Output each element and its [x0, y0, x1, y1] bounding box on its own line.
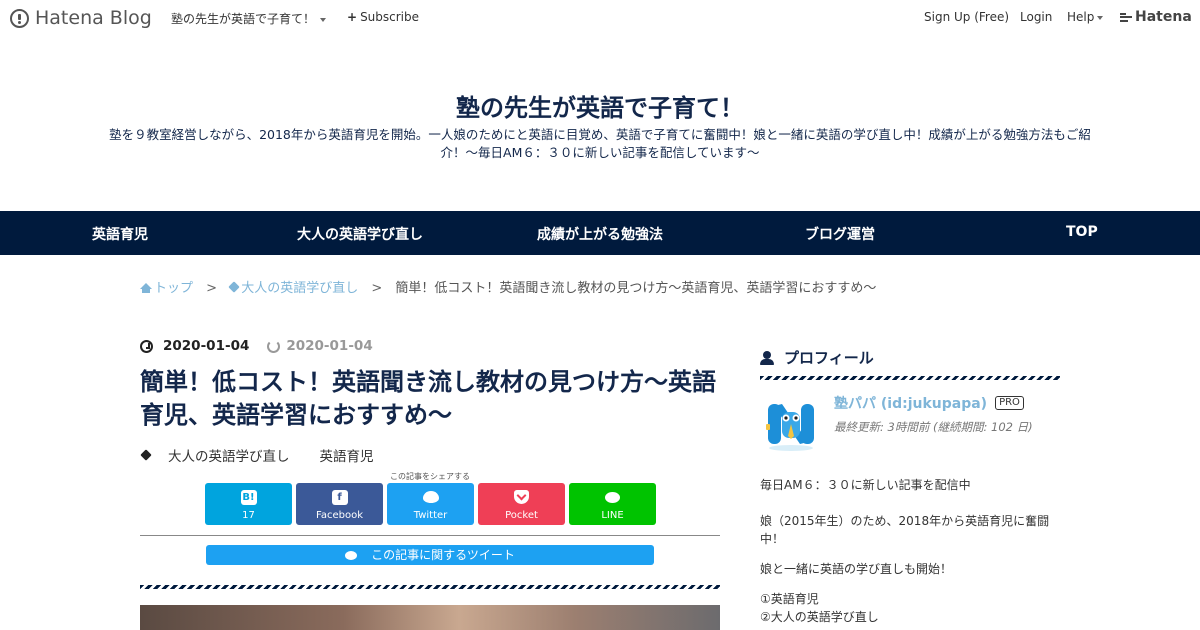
breadcrumb-category-label: 大人の英語学び直し: [241, 281, 359, 296]
breadcrumb-category[interactable]: 大人の英語学び直し: [228, 281, 359, 296]
profile-bio-line: 娘と一緒に英語の学び直しも開始！: [760, 562, 953, 576]
related-tweets-label: この記事に関するツイート: [371, 548, 515, 562]
blog-description: 塾を９教室経営しながら、2018年から英語育児を開始。一人娘のためにと英語に目覚…: [109, 127, 1091, 160]
clock-icon: [140, 339, 153, 353]
blog-menu-label: 塾の先生が英語で子育て！: [171, 12, 316, 26]
refresh-icon: [267, 339, 281, 353]
tag-icon: [228, 281, 240, 293]
article-dates: 2020-01-04 2020-01-04: [140, 338, 373, 354]
profile-name: 塾パパ (id:jukupapa): [834, 396, 988, 412]
breadcrumb-current: 簡単！低コスト！英語聞き流し教材の見つけ方～英語育児、英語学習におすすめ～: [395, 281, 877, 296]
profile-bio-line: 毎日AM６：３０に新しい記事を配信中: [760, 478, 971, 492]
hatena-blog-logo[interactable]: Hatena Blog: [10, 6, 152, 30]
hatena-bookmark-count: 17: [242, 510, 255, 521]
category-link[interactable]: 大人の英語学び直し: [168, 445, 290, 465]
twitter-icon: [345, 551, 358, 560]
pocket-icon: [514, 490, 529, 504]
divider: [140, 535, 720, 536]
article-eyecatch-image: [140, 605, 720, 630]
sidebar-profile-heading: プロフィール: [760, 347, 874, 368]
line-share-button[interactable]: LINE: [569, 483, 656, 525]
twitter-icon: [422, 491, 439, 503]
breadcrumb-separator: >: [206, 281, 218, 296]
twitter-share-button[interactable]: Twitter: [387, 483, 474, 525]
profile-bio-line: ②大人の英語学び直し: [760, 610, 879, 624]
line-label: LINE: [601, 510, 624, 521]
breadcrumb-separator: >: [371, 281, 383, 296]
home-icon: [140, 283, 152, 293]
hatena-logo[interactable]: Hatena: [1120, 9, 1192, 25]
user-icon: [760, 350, 774, 365]
pocket-share-button[interactable]: Pocket: [478, 483, 565, 525]
breadcrumb-home[interactable]: トップ: [140, 281, 193, 296]
hatena-blog-logo-icon: [10, 8, 29, 28]
caret-down-icon: [1097, 15, 1104, 20]
nav-item-study-methods[interactable]: 成績が上がる勉強法: [537, 224, 663, 244]
line-icon: [605, 491, 620, 503]
pocket-label: Pocket: [505, 510, 538, 521]
help-label: Help: [1067, 10, 1095, 24]
profile-bio-line: 娘（2015年生）のため、2018年から英語育児に奮闘中！: [760, 514, 1050, 546]
hatena-mark-icon: [1120, 12, 1132, 22]
pro-badge: PRO: [995, 396, 1024, 410]
hatena-bookmark-button[interactable]: B! 17: [205, 483, 292, 525]
avatar[interactable]: [762, 394, 820, 452]
updated-date: 2020-01-04: [286, 338, 373, 354]
profile-bio-line: ①英語育児: [760, 592, 819, 606]
global-nav: 英語育児 大人の英語学び直し 成績が上がる勉強法 ブログ運営 TOP: [0, 211, 1200, 255]
help-dropdown[interactable]: Help: [1067, 10, 1104, 24]
category-link[interactable]: 英語育児: [320, 445, 374, 465]
facebook-icon: f: [331, 489, 348, 505]
nav-item-top[interactable]: TOP: [1066, 224, 1098, 240]
hatena-topbar: Hatena Blog 塾の先生が英語で子育て！ + Subscribe Sign…: [0, 0, 1200, 36]
blog-title[interactable]: 塾の先生が英語で子育て！: [0, 88, 1200, 123]
profile-name-link[interactable]: 塾パパ (id:jukupapa) PRO: [834, 393, 1024, 413]
nav-item-english-parenting[interactable]: 英語育児: [92, 224, 148, 244]
brand-text: Hatena Blog: [35, 7, 152, 29]
subscribe-label: Subscribe: [360, 10, 420, 24]
breadcrumb-home-label: トップ: [154, 281, 194, 296]
blog-menu-dropdown[interactable]: 塾の先生が英語で子育て！: [171, 10, 327, 27]
hatena-bookmark-icon: B!: [240, 489, 257, 505]
striped-divider: [140, 585, 720, 589]
sidebar-heading-label: プロフィール: [784, 349, 874, 367]
caret-down-icon: [320, 17, 327, 22]
striped-divider: [760, 376, 1060, 380]
twitter-label: Twitter: [413, 510, 448, 521]
facebook-share-button[interactable]: f Facebook: [296, 483, 383, 525]
facebook-label: Facebook: [316, 510, 363, 521]
related-tweets-button[interactable]: この記事に関するツイート: [206, 545, 654, 565]
nav-item-adult-english[interactable]: 大人の英語学び直し: [297, 224, 423, 244]
article-categories: 大人の英語学び直し 英語育児: [140, 445, 404, 465]
article-title[interactable]: 簡単！低コスト！英語聞き流し教材の見つけ方～英語育児、英語学習におすすめ～: [140, 366, 730, 432]
subscribe-button[interactable]: + Subscribe: [347, 10, 419, 24]
breadcrumb: トップ > 大人の英語学び直し > 簡単！低コスト！英語聞き流し教材の見つけ方～…: [140, 277, 876, 296]
login-link[interactable]: Login: [1020, 10, 1052, 24]
profile-last-updated: 最終更新: 3時間前 (継続期間: 102 日): [834, 420, 1033, 434]
share-caption: この記事をシェアする: [390, 472, 470, 481]
signup-link[interactable]: Sign Up (Free): [924, 10, 1009, 24]
tag-icon: [140, 449, 152, 461]
published-date[interactable]: 2020-01-04: [163, 338, 249, 354]
hatena-logo-text: Hatena: [1135, 9, 1192, 25]
plus-icon: +: [347, 10, 358, 24]
nav-item-blog-management[interactable]: ブログ運営: [805, 224, 875, 244]
